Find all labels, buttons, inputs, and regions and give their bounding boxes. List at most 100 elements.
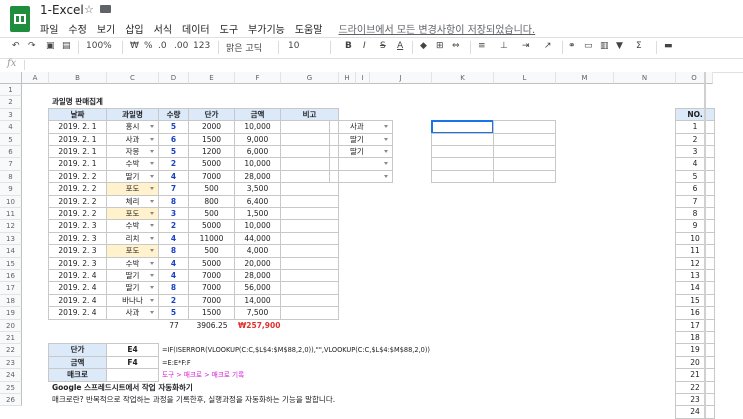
amount-cell[interactable]: 10,000 <box>234 120 281 134</box>
row-header[interactable]: 14 <box>0 245 22 258</box>
row-header[interactable]: 13 <box>0 232 22 246</box>
menu-format[interactable]: 서식 <box>154 21 172 36</box>
fruit-dropdown[interactable]: 수박 <box>106 219 159 233</box>
side-cell[interactable] <box>431 169 494 184</box>
chevron-down-icon[interactable] <box>150 286 154 290</box>
qty-cell[interactable]: 2 <box>158 157 189 171</box>
qty-cell[interactable]: 3 <box>158 207 189 221</box>
note-cell[interactable] <box>280 182 339 196</box>
chevron-down-icon[interactable] <box>150 174 154 178</box>
menu-view[interactable]: 보기 <box>97 21 115 36</box>
column-header-o[interactable]: O <box>676 72 713 84</box>
horizontal-align-icon[interactable]: ≡ <box>478 41 486 51</box>
amount-cell[interactable]: 10,000 <box>234 157 281 171</box>
chevron-down-icon[interactable] <box>384 174 388 178</box>
text-color-button[interactable]: A <box>397 41 403 51</box>
paint-format-icon[interactable]: ▤ <box>62 41 71 51</box>
row-header[interactable]: 11 <box>0 208 22 221</box>
price-cell[interactable]: 500 <box>188 182 235 196</box>
functions-icon[interactable]: Σ <box>636 41 642 51</box>
amount-cell[interactable]: 14,000 <box>234 293 281 308</box>
menu-insert[interactable]: 삽입 <box>125 21 143 36</box>
date-cell[interactable]: 2019. 2. 2 <box>48 169 107 184</box>
qty-cell[interactable]: 4 <box>158 269 189 283</box>
row-header[interactable]: 4 <box>0 121 22 134</box>
date-cell[interactable]: 2019. 2. 2 <box>48 182 107 196</box>
side-list-dropdown[interactable]: 딸기 <box>329 145 393 159</box>
sheets-logo-icon[interactable] <box>10 6 30 32</box>
currency-button[interactable]: ₩ <box>130 41 139 51</box>
row-header[interactable]: 21 <box>0 332 22 345</box>
italic-button[interactable]: I <box>363 41 366 51</box>
row-header[interactable]: 3 <box>0 108 22 122</box>
qty-cell[interactable]: 2 <box>158 293 189 308</box>
menu-edit[interactable]: 수정 <box>68 21 86 36</box>
chevron-down-icon[interactable] <box>150 199 154 203</box>
chevron-down-icon[interactable] <box>150 150 154 153</box>
column-header-i[interactable]: I <box>356 72 370 84</box>
side-cell[interactable] <box>493 157 556 171</box>
fruit-dropdown[interactable]: 포도 <box>106 182 159 196</box>
date-cell[interactable]: 2019. 2. 2 <box>48 207 107 221</box>
lookup-value[interactable]: E4 <box>106 343 159 357</box>
date-cell[interactable]: 2019. 2. 3 <box>48 256 107 270</box>
input-tools-icon[interactable]: ▬ <box>664 41 673 51</box>
amount-cell[interactable]: 9,000 <box>234 132 281 146</box>
row-header[interactable]: 19 <box>0 307 22 320</box>
zoom-select[interactable]: 100% <box>86 41 112 51</box>
date-cell[interactable]: 2019. 2. 4 <box>48 281 107 295</box>
row-header[interactable]: 5 <box>0 133 22 146</box>
fruit-dropdown[interactable]: 리치 <box>106 231 159 246</box>
qty-cell[interactable]: 7 <box>158 182 189 196</box>
note-cell[interactable] <box>280 194 339 208</box>
menu-tools[interactable]: 도구 <box>220 21 238 36</box>
chevron-down-icon[interactable] <box>150 311 154 315</box>
chevron-down-icon[interactable] <box>150 224 154 228</box>
column-header-a[interactable]: A <box>22 72 49 84</box>
column-header-e[interactable]: E <box>189 72 235 84</box>
star-icon[interactable]: ☆ <box>84 3 94 16</box>
chevron-down-icon[interactable] <box>150 236 154 240</box>
date-cell[interactable]: 2019. 2. 3 <box>48 231 107 246</box>
side-cell[interactable] <box>493 169 556 184</box>
column-header-k[interactable]: K <box>432 72 494 84</box>
lookup-value[interactable]: F4 <box>106 355 159 370</box>
chevron-down-icon[interactable] <box>384 137 388 141</box>
font-size-select[interactable]: 10 <box>288 41 299 51</box>
row-header[interactable]: 16 <box>0 270 22 283</box>
row-header[interactable]: 10 <box>0 195 22 208</box>
qty-cell[interactable]: 5 <box>158 306 189 320</box>
fill-color-icon[interactable]: ◆ <box>420 41 427 51</box>
menu-data[interactable]: 데이터 <box>182 21 210 36</box>
column-header-f[interactable]: F <box>235 72 281 84</box>
column-header-j[interactable]: J <box>370 72 432 84</box>
selected-cell[interactable] <box>431 120 494 134</box>
date-cell[interactable]: 2019. 2. 4 <box>48 306 107 320</box>
side-cell[interactable] <box>493 145 556 159</box>
price-cell[interactable]: 2000 <box>188 120 235 134</box>
undo-icon[interactable]: ↶ <box>12 41 20 51</box>
merge-cells-icon[interactable]: ⇔ <box>452 41 460 51</box>
row-header[interactable]: 15 <box>0 257 22 270</box>
chevron-down-icon[interactable] <box>384 150 388 153</box>
date-cell[interactable]: 2019. 2. 3 <box>48 219 107 233</box>
row-header[interactable]: 18 <box>0 294 22 308</box>
vertical-align-icon[interactable]: ⊥ <box>500 41 508 51</box>
price-cell[interactable]: 500 <box>188 207 235 221</box>
qty-cell[interactable]: 8 <box>158 244 189 258</box>
redo-icon[interactable]: ↷ <box>28 41 36 51</box>
amount-cell[interactable]: 10,000 <box>234 219 281 233</box>
text-rotate-icon[interactable]: ↗ <box>544 41 552 51</box>
date-cell[interactable]: 2019. 2. 1 <box>48 120 107 134</box>
side-list-dropdown[interactable]: 사과 <box>329 120 393 134</box>
fruit-dropdown[interactable]: 체리 <box>106 194 159 208</box>
note-cell[interactable] <box>280 306 339 320</box>
chevron-down-icon[interactable] <box>150 274 154 277</box>
row-header[interactable]: 17 <box>0 282 22 295</box>
row-header[interactable]: 22 <box>0 344 22 357</box>
date-cell[interactable]: 2019. 2. 2 <box>48 194 107 208</box>
fruit-dropdown[interactable]: 수박 <box>106 157 159 171</box>
note-cell[interactable] <box>280 219 339 233</box>
more-formats-button[interactable]: 123 <box>193 41 210 51</box>
note-cell[interactable] <box>280 293 339 308</box>
